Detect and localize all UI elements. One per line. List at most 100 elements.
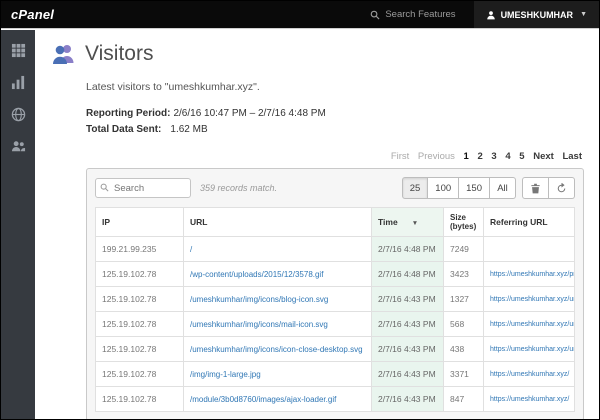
cell-ip: 125.19.102.78 [96, 362, 184, 387]
user-menu[interactable]: UMESHKUMHAR ▼ [474, 1, 599, 28]
cell-referring-url: https://umeshkumhar.xyz/umeshkumhar/css/… [484, 337, 575, 362]
cell-ip: 125.19.102.78 [96, 387, 184, 412]
page-size-group: 25 100 150 All [402, 177, 516, 199]
pagination-previous[interactable]: Previous [418, 151, 455, 162]
visitors-icon [52, 43, 76, 65]
sidebar-item-apps[interactable] [10, 42, 26, 58]
table-row: 125.19.102.78 /img/img-1-large.jpg 2/7/1… [96, 362, 575, 387]
content-area: Latest visitors to "umeshkumhar.xyz". Re… [86, 81, 584, 420]
cell-ip: 125.19.102.78 [96, 337, 184, 362]
reporting-period-label: Reporting Period: [86, 108, 170, 119]
sort-desc-icon: ▼ [412, 220, 418, 227]
search-features-button[interactable]: Search Features [352, 9, 473, 20]
intro-text: Latest visitors to "umeshkumhar.xyz". [86, 81, 584, 93]
pagination-page-3[interactable]: 3 [491, 151, 496, 162]
cell-referring-url: https://umeshkumhar.xyz/ [484, 362, 575, 387]
cell-size: 1327 [444, 287, 484, 312]
main-content: Visitors Latest visitors to "umeshkumhar… [35, 29, 599, 420]
table-actions-group [522, 177, 575, 199]
cell-time: 2/7/16 4:43 PM [372, 337, 444, 362]
total-data-label: Total Data Sent: [86, 124, 161, 135]
globe-icon [11, 107, 26, 122]
cell-time: 2/7/16 4:43 PM [372, 287, 444, 312]
visitors-panel: 359 records match. 25 100 150 All [86, 168, 584, 420]
table-row: 125.19.102.78 /umeshkumhar/img/icons/blo… [96, 287, 575, 312]
url-link[interactable]: /umeshkumhar/img/icons/blog-icon.svg [190, 295, 328, 304]
visitors-table-body: 199.21.99.235 / 2/7/16 4:48 PM 7249 125.… [96, 237, 575, 412]
username-label: UMESHKUMHAR [501, 10, 574, 20]
records-match-text: 359 records match. [200, 183, 277, 193]
referring-url-link[interactable]: https://umeshkumhar.xyz/umeshkumhar/css/… [490, 296, 575, 303]
cell-url: /umeshkumhar/img/icons/icon-close-deskto… [184, 337, 372, 362]
search-icon [100, 183, 109, 192]
cell-ip: 125.19.102.78 [96, 287, 184, 312]
url-link[interactable]: /module/3b0d8760/images/ajax-loader.gif [190, 395, 336, 404]
url-link[interactable]: /umeshkumhar/img/icons/icon-close-deskto… [190, 345, 363, 354]
url-link[interactable]: /umeshkumhar/img/icons/mail-icon.svg [190, 320, 328, 329]
table-row: 199.21.99.235 / 2/7/16 4:48 PM 7249 [96, 237, 575, 262]
pagination-page-1[interactable]: 1 [464, 151, 469, 162]
sidebar-item-visitors[interactable] [10, 138, 26, 154]
cell-time: 2/7/16 4:48 PM [372, 237, 444, 262]
cell-time: 2/7/16 4:48 PM [372, 262, 444, 287]
referring-url-link[interactable]: https://umeshkumhar.xyz/profile/admin-aj… [490, 271, 575, 278]
column-header-time[interactable]: Time▼ [372, 208, 444, 237]
table-row: 125.19.102.78 /umeshkumhar/img/icons/mai… [96, 312, 575, 337]
search-icon [370, 10, 380, 20]
page-header: Visitors [35, 29, 599, 72]
url-link[interactable]: /wp-content/uploads/2015/12/3578.gif [190, 270, 323, 279]
page-size-25-button[interactable]: 25 [402, 177, 429, 199]
reporting-period-value: 2/6/16 10:47 PM – 2/7/16 4:48 PM [173, 108, 325, 119]
delete-button[interactable] [522, 177, 549, 199]
cell-referring-url: https://umeshkumhar.xyz/ [484, 387, 575, 412]
cell-url: /module/3b0d8760/images/ajax-loader.gif [184, 387, 372, 412]
cell-size: 568 [444, 312, 484, 337]
url-link[interactable]: / [190, 245, 192, 254]
pagination-last[interactable]: Last [562, 151, 582, 162]
page-size-150-button[interactable]: 150 [459, 177, 490, 199]
total-data-value: 1.62 MB [170, 124, 207, 135]
apps-grid-icon [11, 43, 26, 58]
referring-url-link[interactable]: https://umeshkumhar.xyz/umeshkumhar/css/… [490, 321, 575, 328]
pagination-first[interactable]: First [391, 151, 409, 162]
refresh-icon [556, 183, 567, 194]
referring-url-link[interactable]: https://umeshkumhar.xyz/ [490, 371, 569, 378]
users-icon [11, 139, 26, 154]
cell-time: 2/7/16 4:43 PM [372, 312, 444, 337]
top-bar: cPanel Search Features UMESHKUMHAR ▼ [1, 1, 599, 29]
url-link[interactable]: /img/img-1-large.jpg [190, 370, 261, 379]
search-features-label: Search Features [385, 9, 455, 20]
cell-size: 3423 [444, 262, 484, 287]
cell-url: / [184, 237, 372, 262]
page-size-all-button[interactable]: All [490, 177, 516, 199]
cell-referring-url [484, 237, 575, 262]
cell-size: 438 [444, 337, 484, 362]
sidebar-item-statistics[interactable] [10, 74, 26, 90]
referring-url-link[interactable]: https://umeshkumhar.xyz/umeshkumhar/css/… [490, 346, 575, 353]
pagination-page-5[interactable]: 5 [519, 151, 524, 162]
cell-size: 847 [444, 387, 484, 412]
referring-url-link[interactable]: https://umeshkumhar.xyz/ [490, 396, 569, 403]
cell-url: /img/img-1-large.jpg [184, 362, 372, 387]
table-row: 125.19.102.78 /wp-content/uploads/2015/1… [96, 262, 575, 287]
user-icon [486, 10, 496, 20]
pagination-page-4[interactable]: 4 [505, 151, 510, 162]
page-title: Visitors [85, 42, 153, 66]
cell-referring-url: https://umeshkumhar.xyz/profile/admin-aj… [484, 262, 575, 287]
search-box [95, 178, 191, 199]
cell-url: /umeshkumhar/img/icons/blog-icon.svg [184, 287, 372, 312]
search-input[interactable] [95, 178, 191, 198]
pagination-page-2[interactable]: 2 [477, 151, 482, 162]
cell-referring-url: https://umeshkumhar.xyz/umeshkumhar/css/… [484, 312, 575, 337]
cell-size: 3371 [444, 362, 484, 387]
table-toolbar: 359 records match. 25 100 150 All [95, 177, 575, 199]
cell-time: 2/7/16 4:43 PM [372, 387, 444, 412]
column-header-size: Size(bytes) [444, 208, 484, 237]
cpanel-visitors-screen: cPanel Search Features UMESHKUMHAR ▼ [0, 0, 600, 420]
pagination-next[interactable]: Next [533, 151, 554, 162]
visitors-table-head: IP URL Time▼ Size(bytes) Referring URL [96, 208, 575, 237]
page-size-100-button[interactable]: 100 [428, 177, 459, 199]
sidebar-item-bandwidth[interactable] [10, 106, 26, 122]
total-data-line: Total Data Sent: 1.62 MB [86, 122, 584, 138]
refresh-button[interactable] [549, 177, 575, 199]
